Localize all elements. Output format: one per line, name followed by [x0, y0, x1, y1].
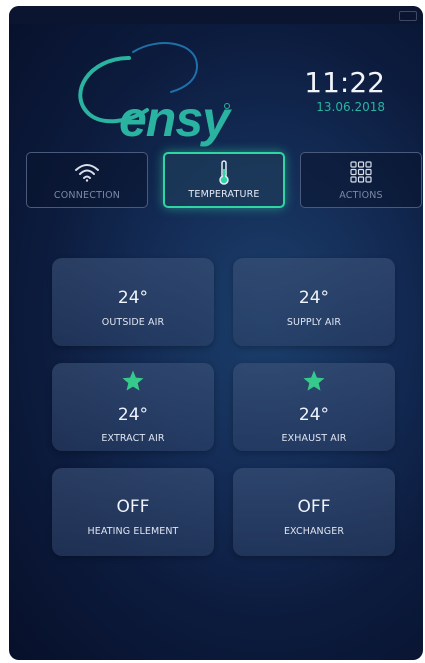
- tile-heating-element[interactable]: OFF HEATING ELEMENT: [52, 468, 214, 556]
- tile-outside-air[interactable]: 24° OUTSIDE AIR: [52, 258, 214, 346]
- clock: 11:22 13.06.2018: [304, 66, 385, 115]
- tile-label: SUPPLY AIR: [286, 317, 342, 328]
- thermometer-icon: [219, 160, 229, 185]
- tab-actions-label: ACTIONS: [339, 190, 383, 201]
- tab-actions[interactable]: ACTIONS: [300, 152, 422, 208]
- tile-value: 24°: [298, 405, 330, 425]
- tab-temperature[interactable]: TEMPERATURE: [163, 152, 285, 208]
- grid-icon: [350, 161, 372, 183]
- tab-connection-label: CONNECTION: [53, 190, 121, 201]
- tile-label: OUTSIDE AIR: [101, 317, 165, 328]
- star-icon: [122, 370, 144, 391]
- tile-value: 24°: [117, 288, 149, 308]
- tile-value: 24°: [117, 405, 149, 425]
- tile-label: EXTRACT AIR: [101, 433, 165, 444]
- tile-value: 24°: [298, 288, 330, 308]
- tile-value: OFF: [297, 497, 331, 517]
- tile-exchanger[interactable]: OFF EXCHANGER: [233, 468, 395, 556]
- tile-exhaust-air[interactable]: 24° EXHAUST AIR: [233, 363, 395, 451]
- tile-extract-air[interactable]: 24° EXTRACT AIR: [52, 363, 214, 451]
- wifi-icon: [75, 164, 99, 182]
- star-icon: [303, 370, 325, 391]
- app-screen: ensy 11:22 13.06.2018 CONNECTION TEMPERA…: [9, 6, 423, 660]
- clock-date: 13.06.2018: [316, 100, 385, 114]
- tile-label: HEATING ELEMENT: [87, 526, 179, 537]
- logo-text: ensy: [119, 91, 230, 147]
- tile-label: EXHAUST AIR: [281, 433, 347, 444]
- tab-bar: CONNECTION TEMPERATURE ACTIONS: [26, 152, 422, 212]
- clock-time: 11:22: [304, 66, 385, 99]
- status-bar: [9, 6, 423, 24]
- tile-label: EXCHANGER: [283, 526, 345, 537]
- tab-temperature-label: TEMPERATURE: [188, 189, 260, 200]
- ensy-logo: ensy: [59, 36, 239, 144]
- tile-value: OFF: [116, 497, 150, 517]
- tile-supply-air[interactable]: 24° SUPPLY AIR: [233, 258, 395, 346]
- tab-connection[interactable]: CONNECTION: [26, 152, 148, 208]
- battery-icon: [399, 11, 417, 21]
